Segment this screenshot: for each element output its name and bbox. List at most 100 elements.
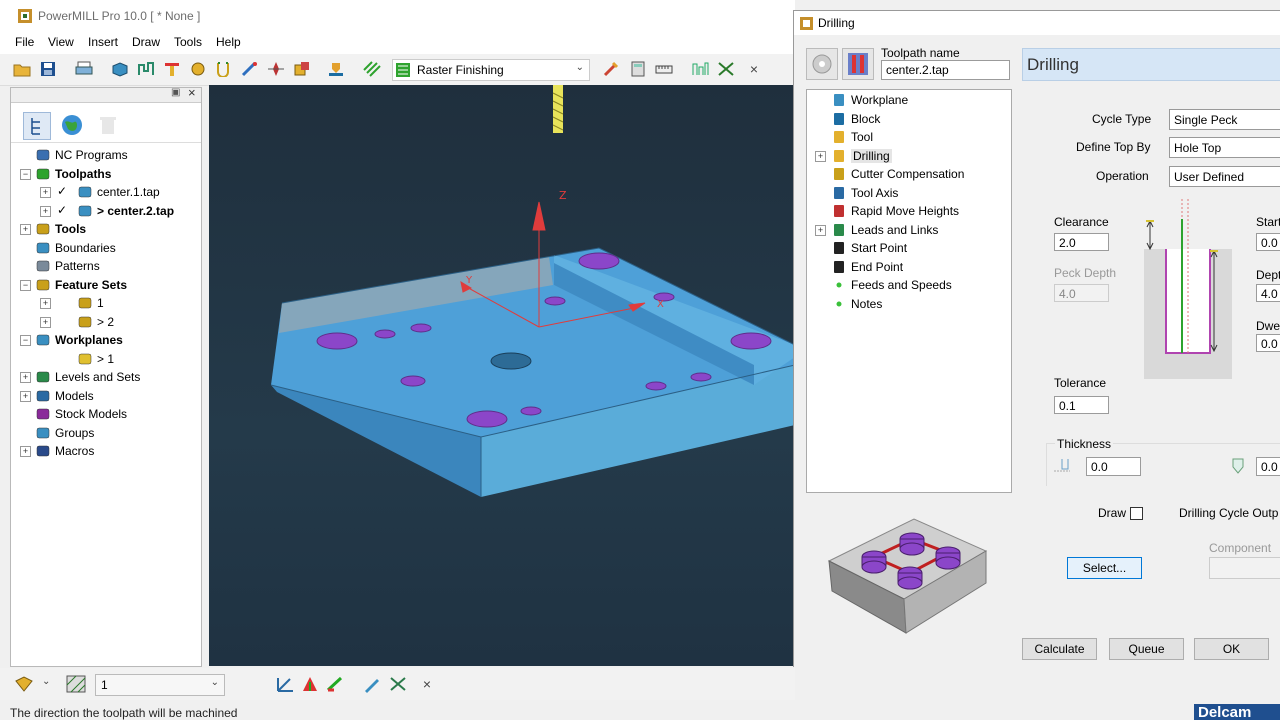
strategy-tree-item[interactable]: Feeds and Speeds — [831, 276, 952, 294]
hatch-icon[interactable] — [66, 674, 86, 694]
tree-expander[interactable]: − — [20, 335, 31, 346]
draw-checkbox[interactable] — [1130, 507, 1143, 520]
explorer-item[interactable]: Patterns — [35, 257, 100, 275]
queue-button[interactable]: Queue — [1109, 638, 1184, 660]
level-selector[interactable]: 1 ⌄ — [95, 674, 225, 696]
explorer-item[interactable]: center.1.tap — [77, 183, 160, 201]
tree-expander[interactable]: − — [20, 279, 31, 291]
menu-tools[interactable]: Tools — [174, 35, 202, 49]
explorer-item[interactable]: Macros — [35, 442, 94, 460]
thickness-axial-input[interactable]: 0.0 — [1256, 457, 1280, 476]
strategy-tree-item[interactable]: Workplane — [831, 91, 908, 109]
clearance-input[interactable]: 2.0 — [1054, 233, 1109, 251]
strategy-tree-item[interactable]: Notes — [831, 295, 882, 313]
strategy-tree-item[interactable]: Start Point — [831, 239, 907, 257]
define-top-select[interactable]: Hole Top — [1169, 137, 1280, 158]
align-workplane-icon[interactable] — [275, 674, 295, 694]
start-input[interactable]: 0.0 — [1256, 233, 1280, 251]
toolpath-visibility-check[interactable]: ✓ — [57, 184, 67, 198]
tolerance-input[interactable]: 0.1 — [1054, 396, 1109, 414]
pencil-icon[interactable] — [362, 674, 382, 694]
menu-help[interactable]: Help — [216, 35, 241, 49]
explorer-item[interactable]: Workplanes — [35, 331, 123, 349]
calculator-icon[interactable] — [628, 59, 648, 79]
explorer-item[interactable]: Models — [35, 387, 94, 405]
tree-expander[interactable]: + — [40, 316, 51, 328]
tree-expander[interactable]: + — [20, 224, 31, 235]
component-input[interactable] — [1209, 557, 1280, 579]
explorer-item[interactable]: > center.2.tap — [77, 202, 174, 220]
tree-expander[interactable]: + — [40, 298, 51, 309]
tool-icon[interactable] — [162, 59, 182, 79]
cycle-type-select[interactable]: Single Peck — [1169, 109, 1280, 130]
edit-toolpath-icon[interactable] — [602, 59, 622, 79]
strategy-library-button[interactable] — [806, 48, 838, 80]
toolpath-visibility-check[interactable]: ✓ — [57, 203, 67, 217]
menu-insert[interactable]: Insert — [88, 35, 118, 49]
explorer-item[interactable]: Toolpaths — [35, 165, 111, 183]
clear-workplane-icon[interactable] — [388, 674, 408, 694]
recycle-bin-tab[interactable] — [95, 112, 121, 138]
save-icon[interactable] — [38, 59, 58, 79]
level-select-icon[interactable] — [14, 674, 34, 694]
menu-file[interactable]: File — [15, 35, 34, 49]
tree-expander[interactable]: + — [40, 187, 51, 198]
explorer-item[interactable]: Stock Models — [35, 405, 127, 423]
tree-expander[interactable]: + — [40, 205, 51, 217]
print-icon[interactable] — [74, 59, 94, 79]
feeds-speeds-icon[interactable] — [188, 59, 208, 79]
ok-button[interactable]: OK — [1194, 638, 1269, 660]
strategy-tree-item[interactable]: Rapid Move Heights — [831, 202, 959, 220]
float-panel-icon[interactable]: ▣ — [171, 87, 180, 98]
strategy-tree-item[interactable]: Tool Axis — [831, 184, 898, 202]
peck-depth-input[interactable]: 4.0 — [1054, 284, 1109, 302]
explorer-item[interactable]: Tools — [35, 220, 86, 238]
create-workplane-icon[interactable] — [300, 674, 320, 694]
explorer-item[interactable]: Feature Sets — [35, 276, 127, 294]
workplane-align-icon[interactable] — [690, 59, 710, 79]
strategy-tree-item[interactable]: Drilling — [831, 147, 892, 165]
toolpath-verify-icon[interactable] — [292, 59, 312, 79]
start-point-icon[interactable] — [240, 59, 260, 79]
menu-view[interactable]: View — [48, 35, 74, 49]
tree-expander[interactable]: + — [815, 224, 826, 236]
tree-expander[interactable]: + — [20, 390, 31, 402]
explorer-item[interactable]: Levels and Sets — [35, 368, 140, 386]
toolpath-strategy-icon[interactable] — [362, 59, 382, 79]
block-icon[interactable] — [110, 59, 130, 79]
graphics-viewport[interactable]: Z Y X — [209, 85, 795, 666]
strategy-tree-item[interactable]: End Point — [831, 258, 903, 276]
web-browser-tab[interactable] — [59, 112, 85, 138]
tree-expander[interactable]: + — [20, 372, 31, 383]
operation-select[interactable]: User Defined — [1169, 166, 1280, 187]
close-toolbar-icon[interactable]: × — [744, 59, 764, 79]
rapid-move-icon[interactable] — [136, 59, 156, 79]
ruler-icon[interactable] — [654, 59, 674, 79]
strategy-tree-item[interactable]: Leads and Links — [831, 221, 938, 239]
explorer-item[interactable]: > 2 — [77, 313, 114, 331]
depth-input[interactable]: 4.0 — [1256, 284, 1280, 302]
tree-expander[interactable]: + — [815, 150, 826, 162]
tree-view-tab[interactable] — [23, 112, 51, 140]
thickness-input[interactable]: 0.0 — [1086, 457, 1141, 476]
strategy-tree-item[interactable]: Block — [831, 110, 880, 128]
close-panel-icon[interactable]: × — [188, 85, 196, 100]
explorer-item[interactable]: 1 — [77, 294, 104, 312]
tree-expander[interactable]: − — [20, 168, 31, 180]
toolpath-generate-icon[interactable] — [326, 59, 346, 79]
menu-draw[interactable]: Draw — [132, 35, 160, 49]
strategy-selector[interactable]: Raster Finishing ⌄ — [392, 59, 590, 81]
strategy-tree-item[interactable]: Cutter Compensation — [831, 165, 964, 183]
toolpath-thumbnail-button[interactable] — [842, 48, 874, 80]
chevron-down-icon[interactable]: ⌄ — [42, 676, 50, 687]
end-point-icon[interactable] — [266, 59, 286, 79]
strategy-tree-item[interactable]: Tool — [831, 128, 873, 146]
leads-links-icon[interactable] — [214, 59, 234, 79]
close-toolbar-icon[interactable]: × — [417, 674, 437, 694]
explorer-item[interactable]: > 1 — [77, 350, 114, 368]
open-folder-icon[interactable] — [12, 59, 32, 79]
explorer-item[interactable]: NC Programs — [35, 146, 128, 164]
explorer-item[interactable]: Boundaries — [35, 239, 116, 257]
dwell-input[interactable]: 0.0 — [1256, 334, 1280, 352]
toolpath-name-input[interactable]: center.2.tap — [881, 60, 1010, 80]
